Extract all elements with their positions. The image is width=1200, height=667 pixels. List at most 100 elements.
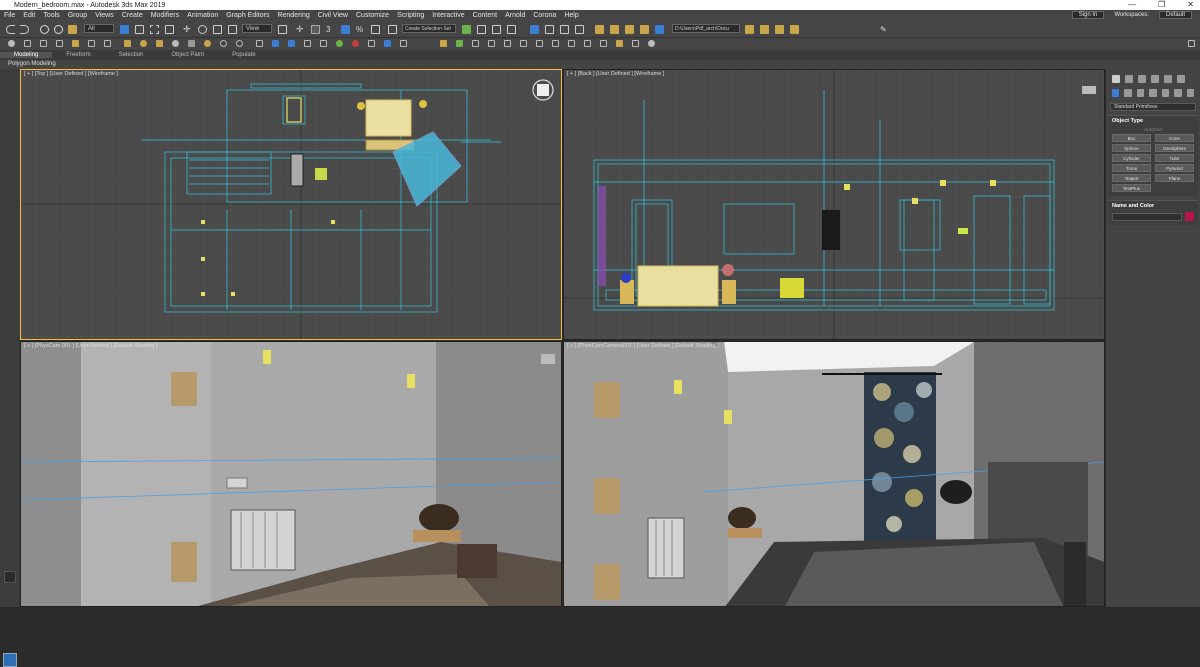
rectangular-selection-icon[interactable] [150, 25, 159, 34]
primitive-category-dropdown[interactable]: Standard Primitives [1110, 103, 1196, 111]
autogrid-checkbox[interactable]: AutoGrid [1112, 127, 1194, 132]
browse-folder-icon[interactable] [790, 25, 799, 34]
menu-arnold[interactable]: Arnold [501, 12, 529, 19]
render-setup-icon[interactable] [595, 25, 604, 34]
sphere-icon[interactable] [172, 40, 179, 47]
scene-icon[interactable] [368, 40, 375, 47]
named-selection-set-dropdown[interactable]: Create Selection Set [402, 24, 456, 33]
viewport-top[interactable]: [ + ] [Top ] [User Defined ] [Wireframe … [20, 69, 562, 340]
camera-icon[interactable] [272, 40, 279, 47]
sun-icon[interactable] [124, 40, 131, 47]
viewport-cam-label[interactable]: [ + ] [PhysCamCamera001 ] [User Defined … [567, 343, 718, 349]
slicer-icon[interactable] [568, 40, 575, 47]
pivot-center-icon[interactable] [278, 25, 287, 34]
minimize-button[interactable]: — [1128, 0, 1136, 9]
sphere-button[interactable]: Sphere [1112, 144, 1151, 152]
maximize-button[interactable]: ❐ [1158, 0, 1165, 9]
geometry-category-icon[interactable] [1112, 89, 1120, 97]
lock-icon[interactable] [56, 40, 63, 47]
object-name-field[interactable] [1112, 212, 1182, 221]
menu-edit[interactable]: Edit [19, 12, 39, 19]
pencil-icon[interactable]: ✎ [880, 25, 889, 34]
link-icon[interactable] [40, 25, 49, 34]
material-icon[interactable] [400, 40, 407, 47]
selection-filter-dropdown[interactable]: All [84, 24, 114, 33]
tab-selection[interactable]: Selection [105, 52, 158, 58]
spacewarp-icon[interactable] [104, 40, 111, 47]
align-icon[interactable] [477, 25, 486, 34]
light-icon[interactable] [72, 40, 79, 47]
teapot-icon[interactable] [188, 40, 195, 47]
object-type-header[interactable]: Object Type [1112, 118, 1194, 124]
snaps-toggle-icon[interactable]: 3 [326, 25, 335, 34]
create-tab-icon[interactable] [1112, 75, 1120, 83]
menu-group[interactable]: Group [64, 12, 91, 19]
menu-corona[interactable]: Corona [529, 12, 560, 19]
toolbar-end-icon[interactable] [1188, 40, 1195, 47]
container-icon[interactable] [40, 40, 47, 47]
torus-button[interactable]: Torus [1112, 164, 1151, 172]
plane-button[interactable]: Plane [1155, 174, 1194, 182]
menu-rendering[interactable]: Rendering [273, 12, 313, 19]
particle-icon[interactable] [336, 40, 343, 47]
reference-coordinate-dropdown[interactable]: View [242, 24, 272, 33]
render-production-icon[interactable] [625, 25, 634, 34]
select-by-name-icon[interactable] [135, 25, 144, 34]
display-tab-icon[interactable] [1164, 75, 1172, 83]
hierarchy-tab-icon[interactable] [1138, 75, 1146, 83]
lister-icon[interactable] [632, 40, 639, 47]
select-manipulate-icon[interactable]: ✛ [296, 25, 305, 34]
workspace-dropdown[interactable]: Default [1158, 11, 1192, 19]
window-crossing-icon[interactable] [165, 25, 174, 34]
teapot-button[interactable]: Teapot [1112, 174, 1151, 182]
sphere-light-icon[interactable] [140, 40, 147, 47]
box-button[interactable]: Box [1112, 134, 1151, 142]
toggle-ribbon-icon[interactable] [530, 25, 539, 34]
lamp-icon[interactable] [204, 40, 211, 47]
spacewarps-category-icon[interactable] [1174, 89, 1182, 97]
pyramid-button[interactable]: Pyramid [1155, 164, 1194, 172]
open-folder-icon[interactable] [760, 25, 769, 34]
viewport-layout-icon[interactable] [3, 653, 17, 667]
angle-snap-icon[interactable] [341, 25, 350, 34]
menu-views[interactable]: Views [91, 12, 118, 19]
record-icon[interactable] [352, 40, 359, 47]
edit-named-selection-icon[interactable] [388, 25, 397, 34]
viewport-perspective[interactable]: [ + ] [PhysCam 001 ] [User Defined ] [De… [20, 341, 562, 607]
schematic-view-icon[interactable] [560, 25, 569, 34]
menu-modifiers[interactable]: Modifiers [147, 12, 183, 19]
project-folder-icon[interactable] [745, 25, 754, 34]
box-icon[interactable] [256, 40, 263, 47]
decal-icon[interactable] [504, 40, 511, 47]
tools-icon[interactable] [600, 40, 607, 47]
sky-icon[interactable] [536, 40, 543, 47]
redo-icon[interactable] [20, 25, 29, 34]
menu-help[interactable]: Help [560, 12, 582, 19]
converter-icon[interactable] [584, 40, 591, 47]
material-editor-icon[interactable] [575, 25, 584, 34]
menu-animation[interactable]: Animation [183, 12, 222, 19]
isolate-icon[interactable] [8, 40, 15, 47]
viewport-top-label[interactable]: [ + ] [Top ] [User Defined ] [Wireframe … [24, 71, 118, 77]
area-light-icon[interactable] [156, 40, 163, 47]
volume-icon[interactable] [520, 40, 527, 47]
rendered-frame-window-icon[interactable] [610, 25, 619, 34]
toggle-layer-explorer-icon[interactable] [507, 25, 516, 34]
menu-file[interactable]: File [0, 12, 19, 19]
select-object-icon[interactable] [120, 25, 129, 34]
move-icon[interactable]: ✛ [183, 25, 192, 34]
percent-snap-icon[interactable]: % [356, 25, 365, 34]
menu-civil-view[interactable]: Civil View [314, 12, 352, 19]
helper-icon[interactable] [88, 40, 95, 47]
tab-object-paint[interactable]: Object Paint [157, 52, 218, 58]
layout-tab-icon[interactable] [4, 571, 16, 583]
leaf-icon[interactable] [456, 40, 463, 47]
sphere-wire-icon[interactable] [220, 40, 227, 47]
motion-tab-icon[interactable] [1151, 75, 1159, 83]
help-icon[interactable] [648, 40, 655, 47]
lights-category-icon[interactable] [1136, 89, 1145, 97]
fur-icon[interactable] [552, 40, 559, 47]
geosphere-button[interactable]: GeoSphere [1155, 144, 1194, 152]
tab-modeling[interactable]: Modeling [0, 52, 53, 58]
helpers-category-icon[interactable] [1161, 89, 1170, 97]
